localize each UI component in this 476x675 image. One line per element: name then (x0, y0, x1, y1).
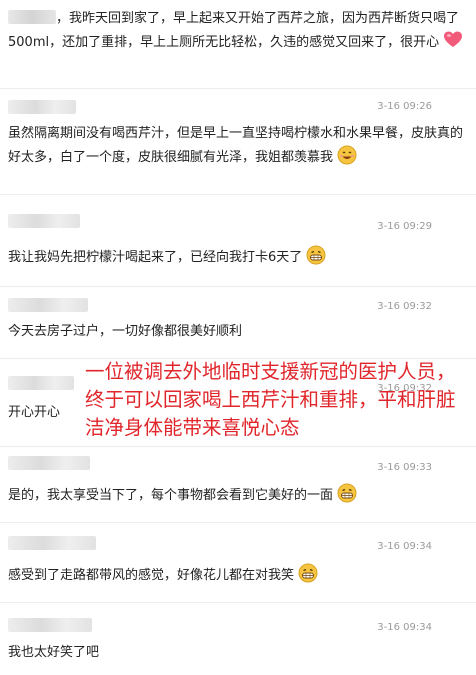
comment-item: ，我昨天回到家了，早上起来又开始了西芹之旅，因为西芹断货只喝了500ml，还加了… (8, 8, 468, 54)
timestamp: 3-16 09:34 (377, 622, 432, 633)
divider (0, 602, 476, 603)
divider (0, 286, 476, 287)
comment-body: 是的，我太享受当下了，每个事物都会看到它美好的一面 (8, 488, 334, 503)
divider (0, 88, 476, 89)
divider (0, 446, 476, 447)
grin-icon (298, 563, 318, 583)
timestamp: 3-16 09:26 (377, 101, 432, 112)
comment-body: 我让我妈先把柠檬汁喝起来了，已经向我打卡6天了 (8, 250, 303, 265)
username-blurred (8, 456, 90, 470)
timestamp: 3-16 09:34 (377, 541, 432, 552)
username-blurred (8, 10, 56, 24)
username-blurred (8, 298, 88, 312)
divider (0, 522, 476, 523)
username-blurred (8, 536, 96, 550)
comment-text: ，我昨天回到家了，早上起来又开始了西芹之旅，因为西芹断货只喝了500ml，还加了… (8, 11, 460, 50)
timestamp: 3-16 09:29 (377, 221, 432, 232)
grin-icon (306, 245, 326, 265)
heart-icon (443, 30, 463, 50)
comment-text: 我也太好笑了吧 (8, 645, 100, 660)
timestamp: 3-16 09:33 (377, 462, 432, 473)
comment-body: 虽然隔离期间没有喝西芹汁，但是早上一直坚持喝柠檬水和水果早餐，皮肤真的好太多，白… (8, 126, 464, 165)
timestamp: 3-16 09:32 (377, 301, 432, 312)
overlay-caption: 一位被调去外地临时支援新冠的医护人员，终于可以回家喝上西芹汁和重排，平和肝脏洁净… (85, 360, 456, 439)
username-blurred (8, 618, 92, 632)
divider (0, 194, 476, 195)
comment-text: 今天去房子过户，一切好像都很美好顺利 (8, 324, 243, 339)
comment-text: 我让我妈先把柠檬汁喝起来了，已经向我打卡6天了 (8, 245, 466, 269)
comment-body: 感受到了走路都带风的感觉，好像花儿都在对我笑 (8, 568, 295, 583)
username-blurred (8, 100, 76, 114)
username-blurred (8, 214, 80, 228)
grin-icon (337, 483, 357, 503)
comment-text: 是的，我太享受当下了，每个事物都会看到它美好的一面 (8, 483, 466, 507)
username-blurred (8, 376, 74, 390)
smile-icon (337, 145, 357, 165)
comment-text: 虽然隔离期间没有喝西芹汁，但是早上一直坚持喝柠檬水和水果早餐，皮肤真的好太多，白… (8, 123, 466, 169)
comment-text: 感受到了走路都带风的感觉，好像花儿都在对我笑 (8, 563, 466, 587)
